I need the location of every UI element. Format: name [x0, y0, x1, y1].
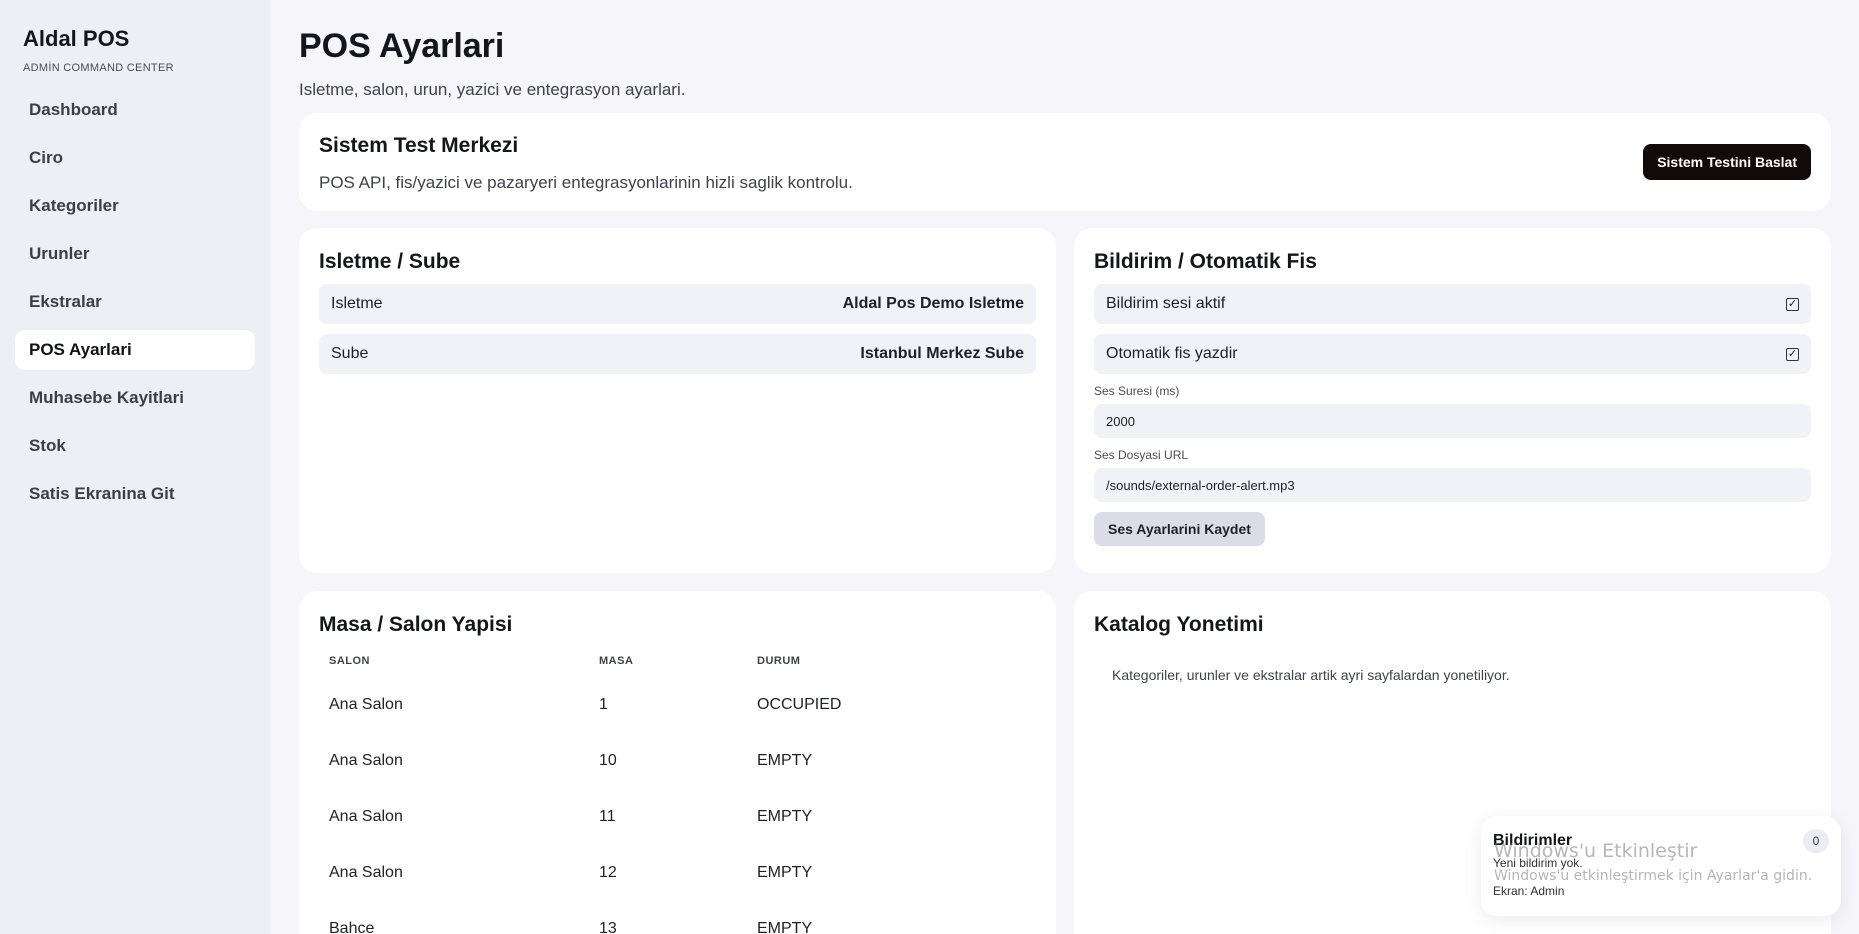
business-row: Isletme Aldal Pos Demo Isletme: [319, 284, 1036, 324]
main-content: POS Ayarlari Isletme, salon, urun, yazic…: [299, 0, 1831, 934]
system-test-description: POS API, fis/yazici ve pazaryeri entegra…: [319, 173, 853, 192]
table-cell-masa: 11: [599, 808, 616, 825]
business-row-label: Isletme: [331, 295, 383, 312]
page-subtitle: Isletme, salon, urun, yazici ve entegras…: [299, 80, 686, 99]
notifications-screen-text: Ekran: Admin: [1493, 884, 1565, 898]
notifications-empty-text: Yeni bildirim yok.: [1493, 856, 1583, 870]
sound-duration-input[interactable]: [1094, 404, 1811, 438]
table-row: Ana Salon 11 EMPTY: [319, 789, 1036, 845]
sound-url-label: Ses Dosyasi URL: [1094, 448, 1189, 462]
sidebar-item-stok[interactable]: Stok: [15, 426, 255, 466]
sound-enabled-option[interactable]: Bildirim sesi aktif ✓: [1094, 284, 1811, 324]
column-header-salon: SALON: [329, 655, 370, 667]
notifications-count-badge: 0: [1803, 829, 1829, 853]
column-header-durum: DURUM: [757, 655, 801, 667]
table-cell-durum: EMPTY: [757, 864, 813, 881]
notification-card: Bildirim / Otomatik Fis Bildirim sesi ak…: [1074, 228, 1831, 573]
business-title: Isletme / Sube: [319, 250, 461, 273]
save-sound-settings-button[interactable]: Ses Ayarlarini Kaydet: [1094, 512, 1265, 546]
system-test-card: Sistem Test Merkezi POS API, fis/yazici …: [299, 113, 1831, 211]
sidebar-item-ekstralar[interactable]: Ekstralar: [15, 282, 255, 322]
catalog-text: Kategoriler, urunler ve ekstralar artik …: [1112, 667, 1510, 683]
business-card: Isletme / Sube Isletme Aldal Pos Demo Is…: [299, 228, 1056, 573]
table-cell-salon: Ana Salon: [329, 696, 403, 713]
start-system-test-button[interactable]: Sistem Testini Baslat: [1643, 144, 1811, 180]
table-cell-salon: Bahce: [329, 920, 375, 934]
table-row: Ana Salon 10 EMPTY: [319, 733, 1036, 789]
brand-title: Aldal POS: [23, 26, 130, 51]
sidebar: Aldal POS ADMİN COMMAND CENTER Dashboard…: [0, 0, 270, 934]
sidebar-item-satis-ekrani[interactable]: Satis Ekranina Git: [15, 474, 255, 514]
sound-duration-label: Ses Suresi (ms): [1094, 384, 1180, 398]
branch-row-value: Istanbul Merkez Sube: [860, 345, 1024, 362]
auto-print-checkbox[interactable]: ✓: [1786, 347, 1799, 361]
sound-enabled-checkbox[interactable]: ✓: [1786, 297, 1799, 311]
system-test-title: Sistem Test Merkezi: [319, 134, 519, 157]
table-cell-durum: OCCUPIED: [757, 696, 842, 713]
business-row-value: Aldal Pos Demo Isletme: [842, 295, 1024, 312]
column-header-masa: MASA: [599, 655, 634, 667]
sidebar-item-kategoriler[interactable]: Kategoriler: [15, 186, 255, 226]
notifications-panel[interactable]: Bildirimler 0 Yeni bildirim yok. Ekran: …: [1481, 816, 1841, 916]
table-cell-durum: EMPTY: [757, 752, 813, 769]
table-cell-salon: Ana Salon: [329, 808, 403, 825]
table-cell-masa: 12: [599, 864, 617, 881]
table-cell-durum: EMPTY: [757, 808, 813, 825]
table-cell-durum: EMPTY: [757, 920, 813, 934]
tables-title: Masa / Salon Yapisi: [319, 613, 513, 636]
sound-enabled-label: Bildirim sesi aktif: [1106, 295, 1226, 312]
table-header-row: SALON MASA DURUM: [319, 655, 1036, 677]
notification-title: Bildirim / Otomatik Fis: [1094, 250, 1317, 273]
notifications-title: Bildirimler: [1493, 832, 1573, 849]
sidebar-item-dashboard[interactable]: Dashboard: [15, 90, 255, 130]
auto-print-label: Otomatik fis yazdir: [1106, 345, 1238, 362]
table-cell-salon: Ana Salon: [329, 752, 403, 769]
sidebar-item-urunler[interactable]: Urunler: [15, 234, 255, 274]
table-row: Bahce 13 EMPTY: [319, 901, 1036, 934]
table-cell-masa: 13: [599, 920, 617, 934]
catalog-title: Katalog Yonetimi: [1094, 613, 1264, 636]
table-row: Ana Salon 1 OCCUPIED: [319, 677, 1036, 733]
sound-url-input[interactable]: [1094, 468, 1811, 502]
page-title: POS Ayarlari: [299, 27, 505, 65]
table-cell-salon: Ana Salon: [329, 864, 403, 881]
sidebar-item-ciro[interactable]: Ciro: [15, 138, 255, 178]
table-cell-masa: 10: [599, 752, 617, 769]
tables-table: SALON MASA DURUM Ana Salon 1 OCCUPIED An…: [319, 655, 1036, 934]
tables-card: Masa / Salon Yapisi SALON MASA DURUM Ana…: [299, 591, 1056, 934]
sidebar-item-pos-ayarlari[interactable]: POS Ayarlari: [15, 330, 255, 370]
auto-print-option[interactable]: Otomatik fis yazdir ✓: [1094, 334, 1811, 374]
sidebar-nav: Dashboard Ciro Kategoriler Urunler Ekstr…: [15, 90, 255, 514]
branch-row: Sube Istanbul Merkez Sube: [319, 334, 1036, 374]
table-row: Ana Salon 12 EMPTY: [319, 845, 1036, 901]
brand-subtitle: ADMİN COMMAND CENTER: [23, 62, 174, 74]
sidebar-item-muhasebe[interactable]: Muhasebe Kayitlari: [15, 378, 255, 418]
table-cell-masa: 1: [599, 696, 608, 713]
branch-row-label: Sube: [331, 345, 369, 362]
